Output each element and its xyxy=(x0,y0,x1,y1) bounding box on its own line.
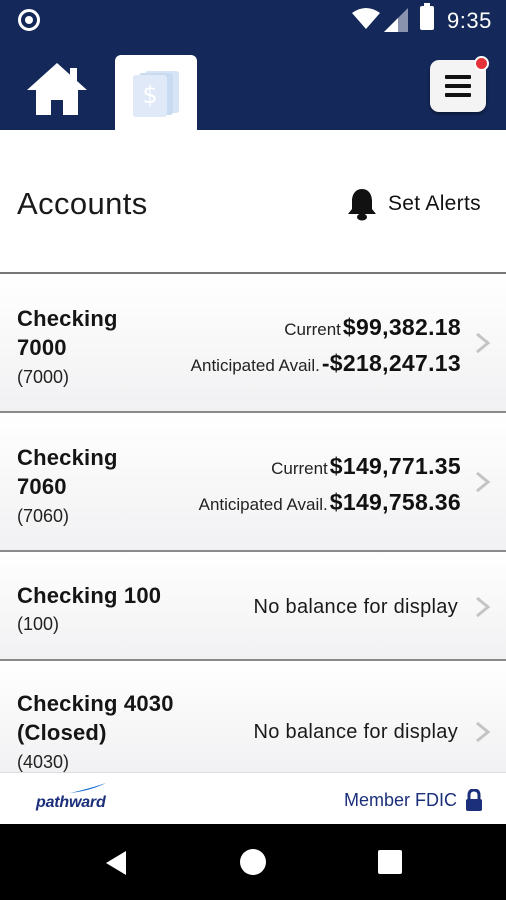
account-name: Checking 7060 xyxy=(17,445,118,499)
account-row[interactable]: Checking 4030 (Closed) (4030) No balance… xyxy=(0,661,506,772)
chevron-right-icon xyxy=(476,596,491,618)
system-navigation-bar xyxy=(0,824,506,900)
account-number: (7060) xyxy=(17,506,70,526)
home-circle-icon[interactable] xyxy=(240,849,266,875)
battery-icon xyxy=(420,3,434,30)
set-alerts-button[interactable]: Set Alerts xyxy=(346,186,481,222)
account-row[interactable]: Checking 7000 (7000) Current$99,382.18 A… xyxy=(0,274,506,413)
app-nav-bar: $ xyxy=(0,40,506,131)
account-name: Checking 4030 (Closed) xyxy=(17,691,174,745)
current-balance: Current$99,382.18 xyxy=(284,314,461,340)
pathward-logo: pathward xyxy=(36,783,116,815)
anticipated-balance: Anticipated Avail.$149,758.36 xyxy=(198,489,461,515)
chevron-right-icon xyxy=(476,721,491,743)
hamburger-menu-icon xyxy=(445,75,471,102)
account-name: Checking 100 xyxy=(17,583,162,608)
set-alerts-label: Set Alerts xyxy=(388,192,481,215)
account-row[interactable]: Checking 100 (100) No balance for displa… xyxy=(0,552,506,661)
current-balance: Current$149,771.35 xyxy=(271,453,461,479)
account-number: (4030) xyxy=(17,752,70,772)
account-name: Checking 7000 xyxy=(17,306,118,360)
account-row[interactable]: Checking 7060 (7060) Current$149,771.35 … xyxy=(0,413,506,552)
notification-dot-icon xyxy=(18,9,40,31)
account-number: (7000) xyxy=(17,367,70,387)
menu-button[interactable] xyxy=(430,56,489,112)
footer: pathward Member FDIC xyxy=(0,772,506,824)
home-icon xyxy=(27,63,87,115)
clock-time: 9:35 xyxy=(447,8,492,33)
no-balance-text: No balance for display xyxy=(253,596,458,618)
back-icon[interactable] xyxy=(104,850,128,876)
member-fdic-label: Member FDIC xyxy=(344,789,458,810)
member-fdic-link[interactable]: Member FDIC xyxy=(344,789,483,811)
logo-wordmark: pathward xyxy=(36,794,106,811)
page-header: Accounts Set Alerts xyxy=(0,130,506,274)
lock-icon xyxy=(466,789,483,811)
svg-text:$: $ xyxy=(142,81,157,109)
home-tab[interactable] xyxy=(22,60,92,120)
recent-apps-icon[interactable] xyxy=(378,850,402,874)
accounts-tab[interactable]: $ xyxy=(115,55,197,131)
wifi-icon xyxy=(352,8,380,29)
anticipated-balance: Anticipated Avail.-$218,247.13 xyxy=(190,350,461,376)
money-icon: $ xyxy=(133,71,179,117)
chevron-right-icon xyxy=(476,332,491,354)
cellular-signal-icon xyxy=(384,8,408,32)
notification-badge xyxy=(474,56,489,71)
chevron-right-icon xyxy=(476,471,491,493)
bell-icon xyxy=(348,189,376,221)
page-title: Accounts xyxy=(17,186,148,221)
account-number: (100) xyxy=(17,614,60,634)
status-bar: 9:35 xyxy=(0,0,506,40)
no-balance-text: No balance for display xyxy=(253,721,458,743)
